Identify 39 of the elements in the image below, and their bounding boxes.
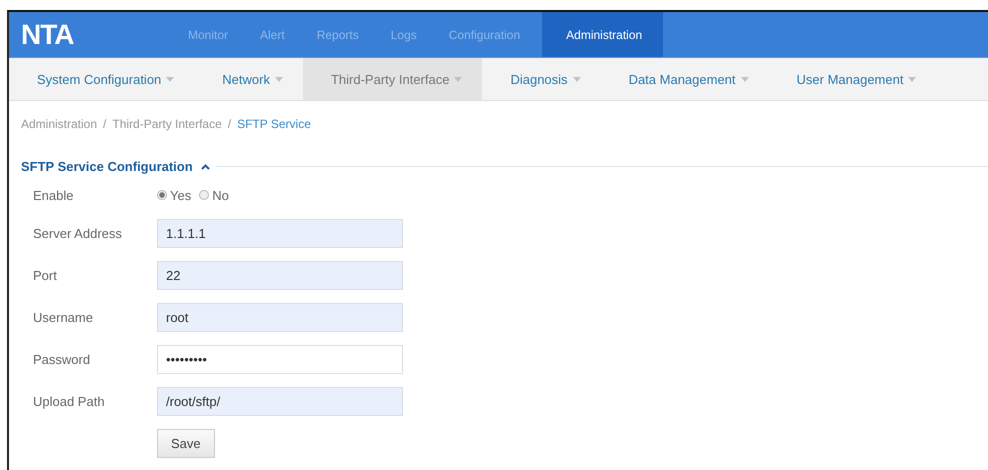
submenu-tab[interactable]: Diagnosis: [482, 58, 601, 100]
radio-option[interactable]: No: [199, 188, 229, 202]
input-field[interactable]: root: [157, 303, 403, 332]
input-field[interactable]: •••••••••: [157, 345, 403, 374]
field-label: Password: [33, 352, 92, 367]
breadcrumb-link[interactable]: Administration: [21, 117, 98, 137]
field-label: Server Address: [33, 226, 123, 241]
app-logo: NTA: [20, 18, 75, 52]
field-label: Enable: [33, 188, 74, 202]
radio-button[interactable]: [157, 190, 167, 200]
caret-icon: [908, 76, 916, 82]
breadcrumb-link[interactable]: SFTP Service: [237, 117, 311, 137]
submenu-tab[interactable]: System Configuration: [9, 58, 194, 100]
input-field[interactable]: 1.1.1.1: [157, 219, 403, 248]
input-field[interactable]: /root/sftp/: [157, 387, 403, 416]
breadcrumb-separator: /: [103, 117, 106, 133]
submenu-tab[interactable]: Data Management: [600, 58, 769, 100]
section-title: SFTP Service Configuration: [21, 159, 193, 174]
breadcrumb-separator: /: [228, 117, 232, 133]
caret-icon: [740, 76, 749, 82]
breadcrumb-link[interactable]: Third-Party Interface: [112, 117, 222, 137]
menu-tab[interactable]: Administration: [542, 12, 664, 57]
field-label: Port: [33, 268, 58, 283]
radio-label: No: [212, 188, 229, 202]
submenu-tab[interactable]: Third-Party Interface: [302, 58, 482, 100]
caret-icon: [454, 76, 462, 82]
input-field[interactable]: 22: [157, 261, 403, 290]
collapse-icon[interactable]: [200, 164, 210, 170]
submenu-tab[interactable]: User Management: [768, 58, 936, 100]
radio-button[interactable]: [199, 190, 210, 200]
caret-icon: [274, 76, 283, 82]
field-label: Username: [33, 310, 94, 325]
field-label: Upload Path: [33, 394, 106, 409]
radio-option[interactable]: Yes: [157, 188, 192, 202]
radio-label: Yes: [170, 188, 192, 202]
caret-icon: [572, 76, 581, 82]
caret-icon: [166, 76, 174, 82]
submenu-tab[interactable]: Network: [194, 58, 303, 100]
save-button[interactable]: Save: [157, 429, 215, 458]
